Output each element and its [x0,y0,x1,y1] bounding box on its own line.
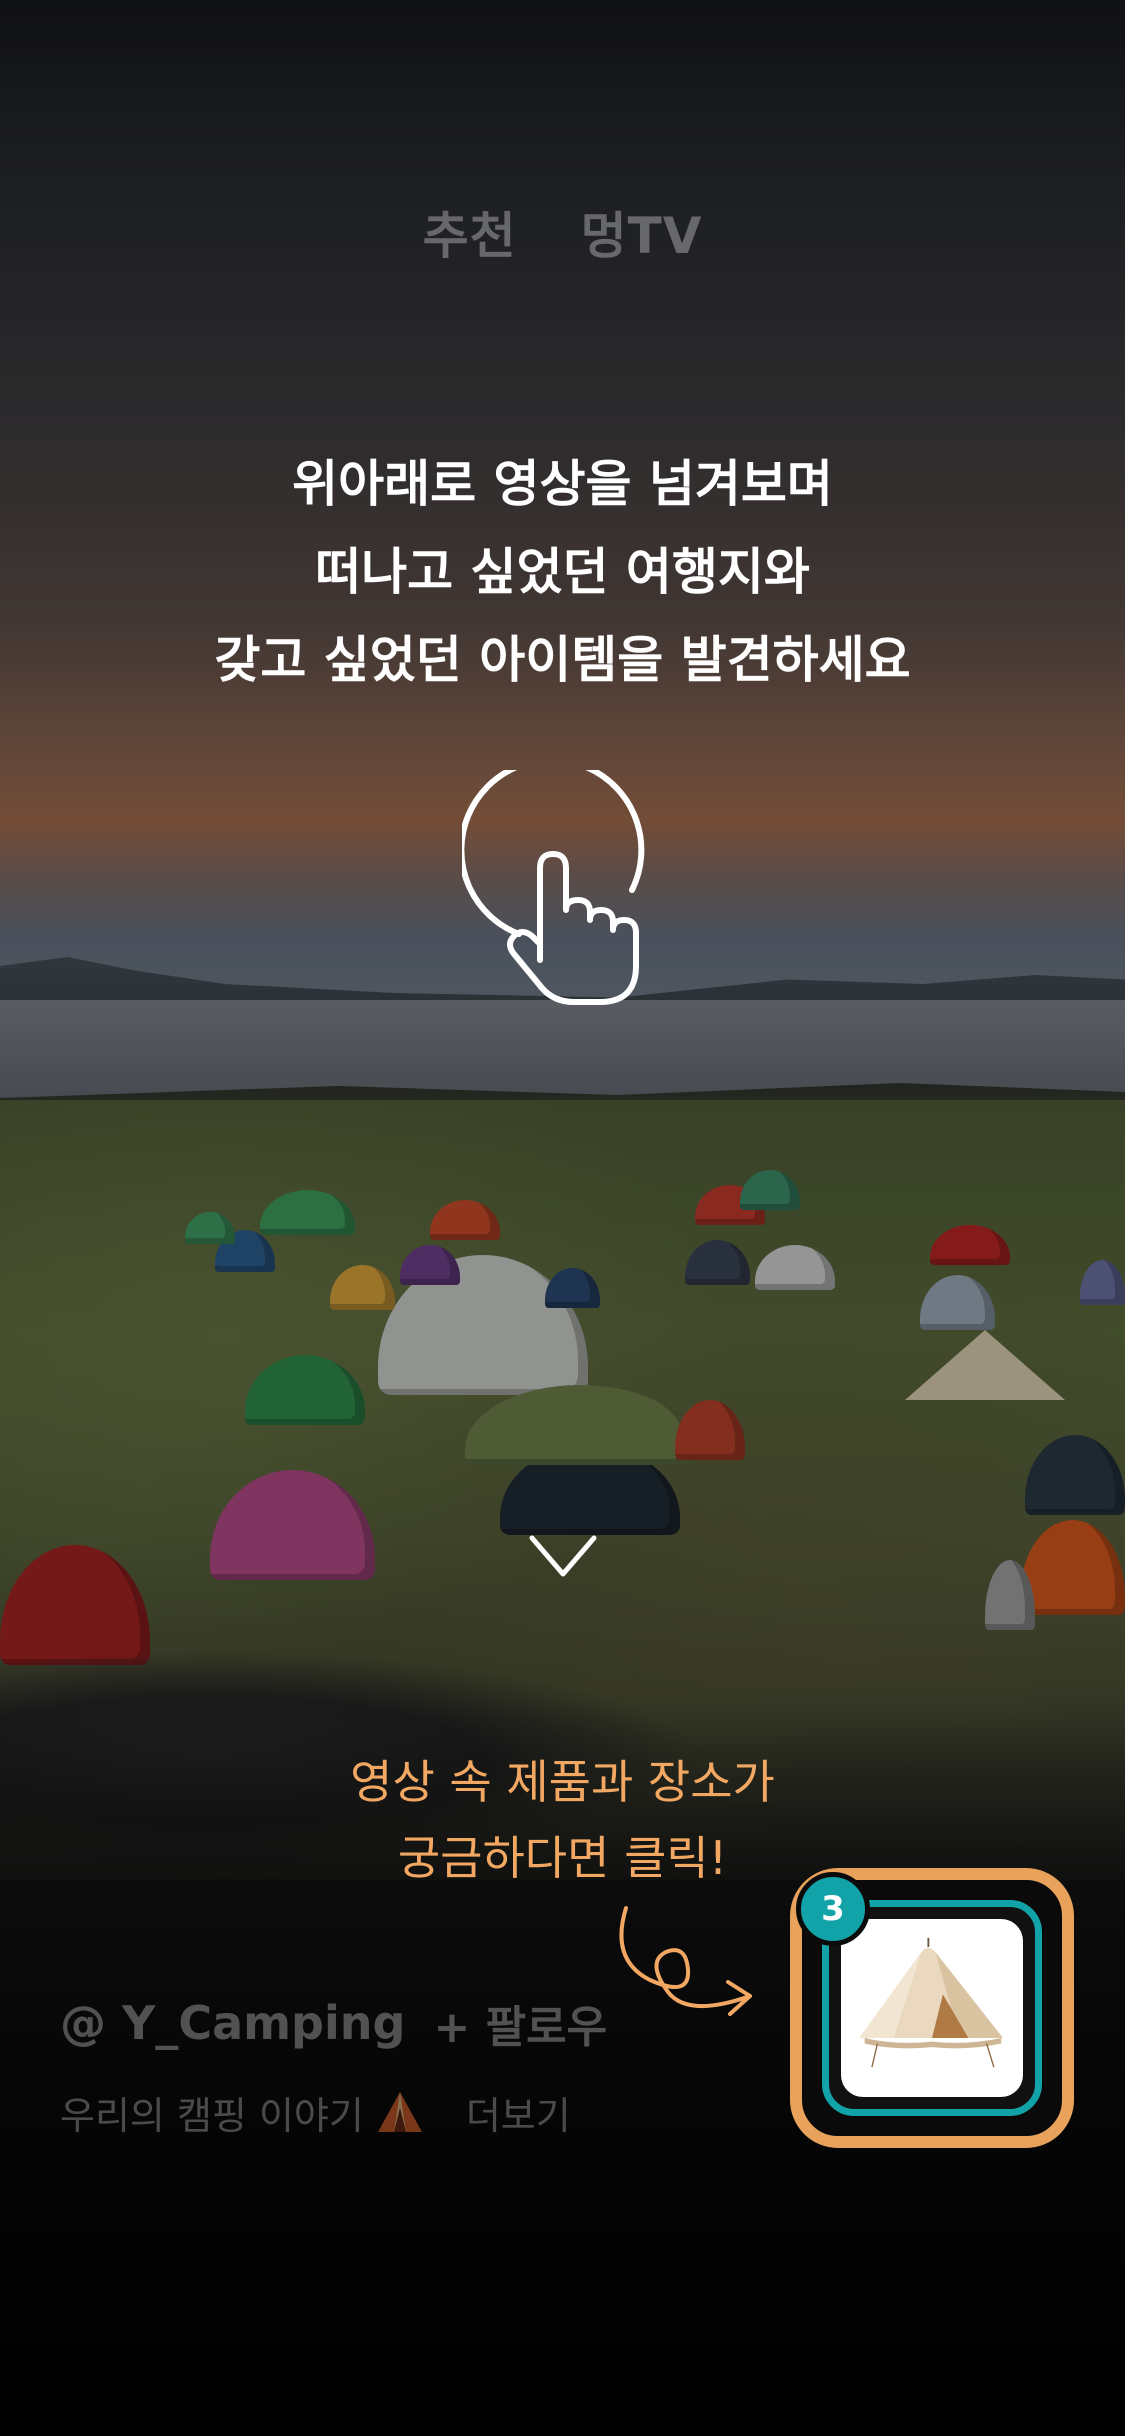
more-link[interactable]: 더보기 [466,2085,571,2140]
tap-hand-icon [462,770,645,1005]
top-tab-bar: 추천 멍TV [0,196,1125,266]
coach-instruction-text: 위아래로 영상을 넘겨보며 떠나고 싶었던 여행지와 갖고 싶었던 아이템을 발… [0,440,1125,704]
bell-tent-image [841,1919,1023,2097]
curly-arrow-icon [619,1906,752,2016]
creator-row: @ Y_Camping + 팔로우 [60,1988,607,2058]
tab-recommended[interactable]: 추천 [423,196,517,266]
caption-text: 우리의 캠핑 이야기 [60,2093,364,2138]
product-count-badge: 3 [796,1872,870,1946]
video-feed-screen[interactable]: 추천 멍TV 위아래로 영상을 넘겨보며 떠나고 싶었던 여행지와 갖고 싶었던… [0,0,1125,2436]
tent-emoji [377,2092,422,2132]
creator-handle[interactable]: @ Y_Camping [60,1996,405,2050]
tab-meong-tv[interactable]: 멍TV [581,196,703,266]
arrow-down-icon [529,1050,597,1577]
follow-button[interactable]: + 팔로우 [433,1991,607,2055]
coach-line: 위아래로 영상을 넘겨보며 [292,455,833,513]
coach-line: 갖고 싶었던 아이템을 발견하세요 [214,631,911,689]
tent-product-icon [859,1937,1003,2068]
hint-line: 영상 속 제품과 장소가 [350,1755,775,1809]
coach-line: 떠나고 싶었던 여행지와 [315,543,810,601]
caption-row: 우리의 캠핑 이야기 더보기 [60,2082,571,2142]
